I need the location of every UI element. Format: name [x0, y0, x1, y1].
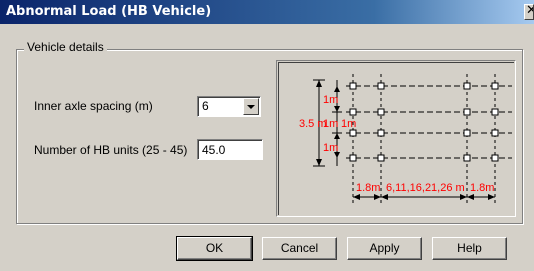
axle-spacing-value: 6: [202, 99, 209, 113]
cancel-button[interactable]: Cancel: [262, 237, 337, 260]
diagram-left-spacing-label: 1.8m: [356, 182, 380, 194]
title-bar[interactable]: Abnormal Load (HB Vehicle) ✕: [0, 0, 534, 24]
diagram-middle-spacing-label: 6,11,16,21,26 m: [386, 182, 465, 194]
vehicle-details-label: Vehicle details: [24, 40, 107, 54]
axle-spacing-label: Inner axle spacing (m): [34, 99, 153, 113]
hb-units-input[interactable]: [197, 139, 263, 160]
apply-button[interactable]: Apply: [347, 237, 422, 260]
diagram-mid-gap-label: 1m: [341, 118, 356, 130]
hb-units-label: Number of HB units (25 - 45): [34, 143, 188, 157]
help-button[interactable]: Help: [432, 237, 507, 260]
diagram-bottom-gap-label: 1m: [323, 142, 338, 154]
chevron-down-icon: [247, 105, 255, 109]
close-icon: ✕: [526, 5, 533, 18]
dialog-window: Abnormal Load (HB Vehicle) ✕ Vehicle det…: [0, 0, 534, 271]
vehicle-diagram-panel: 3.5 m 1m 1m 1m 1m 1.8m 6,11,16,21,26 m 1…: [276, 60, 516, 217]
ok-button[interactable]: OK: [176, 236, 253, 261]
axle-spacing-select[interactable]: 6: [197, 96, 261, 117]
window-title: Abnormal Load (HB Vehicle): [6, 4, 212, 19]
axle-spacing-dropdown-button[interactable]: [243, 98, 259, 115]
close-button[interactable]: ✕: [524, 4, 534, 20]
diagram-top-gap-label: 1m: [323, 94, 338, 106]
vehicle-diagram: 3.5 m 1m 1m 1m 1m 1.8m 6,11,16,21,26 m 1…: [299, 74, 512, 205]
diagram-left-gap-label: 1m: [323, 118, 338, 130]
diagram-right-spacing-label: 1.8m: [470, 182, 494, 194]
